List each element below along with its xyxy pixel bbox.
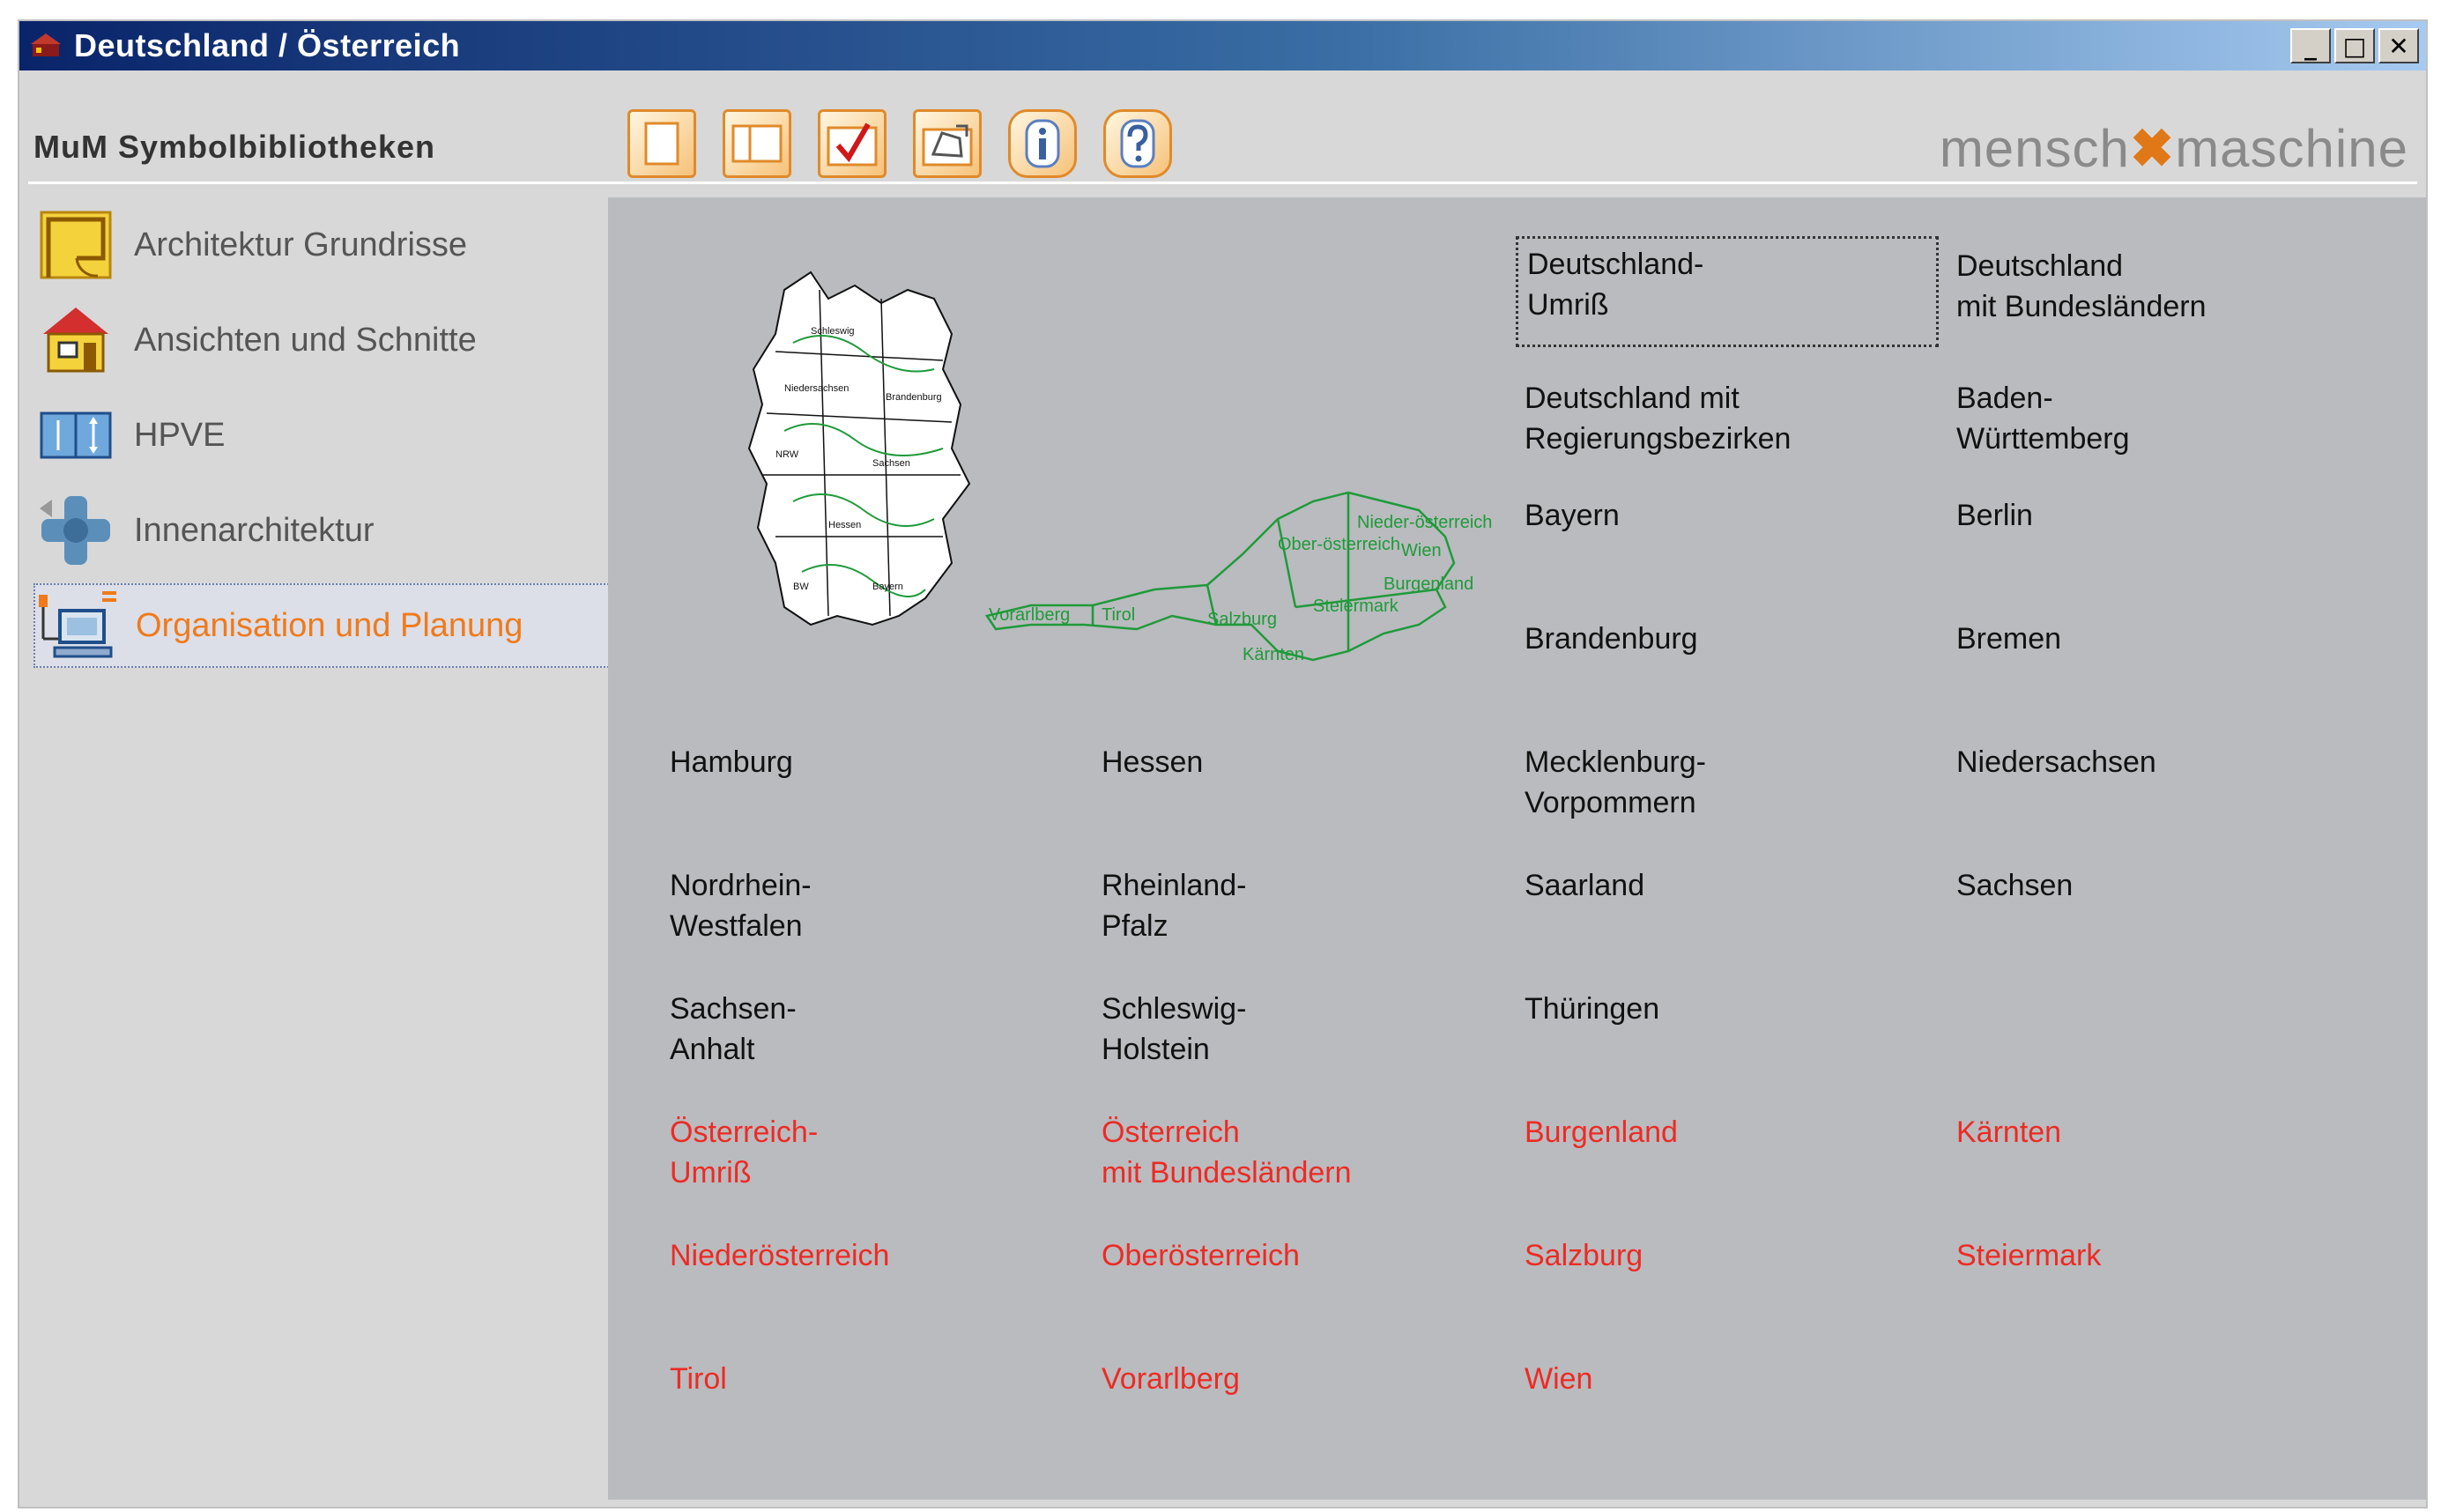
symbol-wien[interactable]: Wien	[1525, 1359, 1592, 1399]
map-label-oberoesterreich: Ober-österreich	[1278, 535, 1400, 554]
symbol-thueringen[interactable]: Thüringen	[1525, 989, 1659, 1029]
symbol-deutschland-regierungsbezirke[interactable]: Deutschland mit Regierungsbezirken	[1525, 378, 1791, 459]
svg-text:Hessen: Hessen	[828, 520, 861, 530]
symbol-vorarlberg[interactable]: Vorarlberg	[1102, 1359, 1240, 1399]
sidebar-item-label: Architektur Grundrisse	[134, 226, 468, 263]
app-window: Deutschland / Österreich _ □ ✕ MuM Symbo…	[18, 19, 2428, 1508]
sidebar-item-innenarchitektur[interactable]: Innenarchitektur	[33, 488, 615, 573]
sidebar-item-label: HPVE	[134, 416, 226, 454]
brand-text-left: mensch	[1939, 119, 2130, 178]
symbol-hessen[interactable]: Hessen	[1102, 742, 1203, 782]
sidebar: Architektur Grundrisse Ansichten und Sch…	[33, 203, 615, 678]
map-label-burgenland: Burgenland	[1384, 574, 1473, 594]
header-divider	[28, 182, 2417, 184]
symbol-hamburg[interactable]: Hamburg	[670, 742, 793, 782]
symbol-salzburg[interactable]: Salzburg	[1525, 1235, 1643, 1276]
map-label-kaernten: Kärnten	[1243, 645, 1304, 664]
symbol-panel: Schleswig Niedersachsen Brandenburg NRW …	[608, 197, 2426, 1500]
map-label-niederoesterreich: Nieder-österreich	[1357, 513, 1492, 532]
map-label-tirol: Tirol	[1102, 605, 1135, 625]
symbol-tirol[interactable]: Tirol	[670, 1359, 727, 1399]
map-label-vorarlberg: Vorarlberg	[989, 605, 1070, 625]
symbol-rheinland-pfalz[interactable]: Rheinland- Pfalz	[1102, 865, 1246, 946]
library-title: MuM Symbolbibliotheken	[33, 129, 436, 165]
symbol-niedersachsen[interactable]: Niedersachsen	[1956, 742, 2156, 782]
new-drawing-icon[interactable]	[627, 109, 696, 178]
insert-symbol-icon[interactable]	[913, 109, 982, 178]
map-preview: Schleswig Niedersachsen Brandenburg NRW …	[679, 237, 1507, 700]
symbol-niederoesterreich[interactable]: Niederösterreich	[670, 1235, 889, 1276]
symbol-sachsen-anhalt[interactable]: Sachsen- Anhalt	[670, 989, 797, 1070]
sidebar-item-architektur-grundrisse[interactable]: Architektur Grundrisse	[33, 203, 615, 287]
sidebar-item-label: Organisation und Planung	[136, 606, 523, 644]
symbol-oesterreich-bundeslaender[interactable]: Österreich mit Bundesländern	[1102, 1112, 1352, 1193]
symbol-bremen[interactable]: Bremen	[1956, 619, 2061, 659]
window-title: Deutschland / Österreich	[74, 27, 461, 63]
sidebar-item-organisation-und-planung[interactable]: Organisation und Planung	[33, 583, 615, 668]
map-label-steiermark: Steiermark	[1313, 597, 1399, 616]
computer-icon	[35, 583, 120, 668]
symbol-deutschland-umriss[interactable]: Deutschland- Umriß	[1516, 236, 1939, 347]
help-icon[interactable]	[1103, 109, 1172, 178]
floorplan-icon	[33, 203, 118, 287]
symbol-oesterreich-umriss[interactable]: Österreich- Umriß	[670, 1112, 818, 1193]
maximize-button[interactable]: □	[2334, 28, 2375, 63]
toolbar	[627, 109, 1172, 178]
svg-text:Brandenburg: Brandenburg	[886, 392, 942, 403]
hpve-icon	[33, 393, 118, 478]
symbol-berlin[interactable]: Berlin	[1956, 495, 2033, 536]
symbol-kaernten[interactable]: Kärnten	[1956, 1112, 2061, 1153]
open-drawing-icon[interactable]	[723, 109, 791, 178]
svg-text:BW: BW	[793, 582, 809, 592]
svg-text:NRW: NRW	[775, 449, 799, 460]
title-bar[interactable]: Deutschland / Österreich _ □ ✕	[19, 21, 2426, 70]
close-button[interactable]: ✕	[2378, 28, 2419, 63]
house-icon	[33, 298, 118, 382]
symbol-sachsen[interactable]: Sachsen	[1956, 865, 2073, 906]
symbol-bayern[interactable]: Bayern	[1525, 495, 1620, 536]
svg-text:Niedersachsen: Niedersachsen	[784, 383, 849, 394]
symbol-burgenland[interactable]: Burgenland	[1525, 1112, 1678, 1153]
sidebar-item-label: Ansichten und Schnitte	[134, 321, 477, 359]
sidebar-item-ansichten-und-schnitte[interactable]: Ansichten und Schnitte	[33, 298, 615, 382]
sidebar-item-hpve[interactable]: HPVE	[33, 393, 615, 478]
app-icon	[26, 26, 65, 65]
symbol-deutschland-bundeslaender[interactable]: Deutschland mit Bundesländern	[1956, 246, 2207, 327]
brand-text-right: maschine	[2175, 119, 2408, 178]
symbol-saarland[interactable]: Saarland	[1525, 865, 1644, 906]
symbol-steiermark[interactable]: Steiermark	[1956, 1235, 2101, 1276]
symbol-schleswig-holstein[interactable]: Schleswig- Holstein	[1102, 989, 1246, 1070]
symbol-baden-wuerttemberg[interactable]: Baden- Württemberg	[1956, 378, 2130, 459]
info-icon[interactable]	[1008, 109, 1077, 178]
symbol-mecklenburg-vorpommern[interactable]: Mecklenburg- Vorpommern	[1525, 742, 1706, 823]
brand-logo: mensch✖maschine	[1940, 118, 2408, 180]
svg-text:Schleswig: Schleswig	[811, 326, 855, 337]
symbol-brandenburg[interactable]: Brandenburg	[1525, 619, 1698, 659]
map-label-wien: Wien	[1401, 541, 1442, 560]
minimize-button[interactable]: _	[2290, 28, 2331, 63]
map-label-salzburg: Salzburg	[1207, 610, 1277, 629]
interior-icon	[33, 488, 118, 573]
sidebar-item-label: Innenarchitektur	[134, 511, 375, 549]
svg-text:Bayern: Bayern	[872, 582, 903, 592]
symbol-nordrhein-westfalen[interactable]: Nordrhein- Westfalen	[670, 865, 812, 946]
svg-text:Sachsen: Sachsen	[872, 458, 910, 469]
brand-mark-icon: ✖	[2129, 119, 2176, 178]
checkmark-icon[interactable]	[818, 109, 887, 178]
symbol-oberoesterreich[interactable]: Oberösterreich	[1102, 1235, 1300, 1276]
